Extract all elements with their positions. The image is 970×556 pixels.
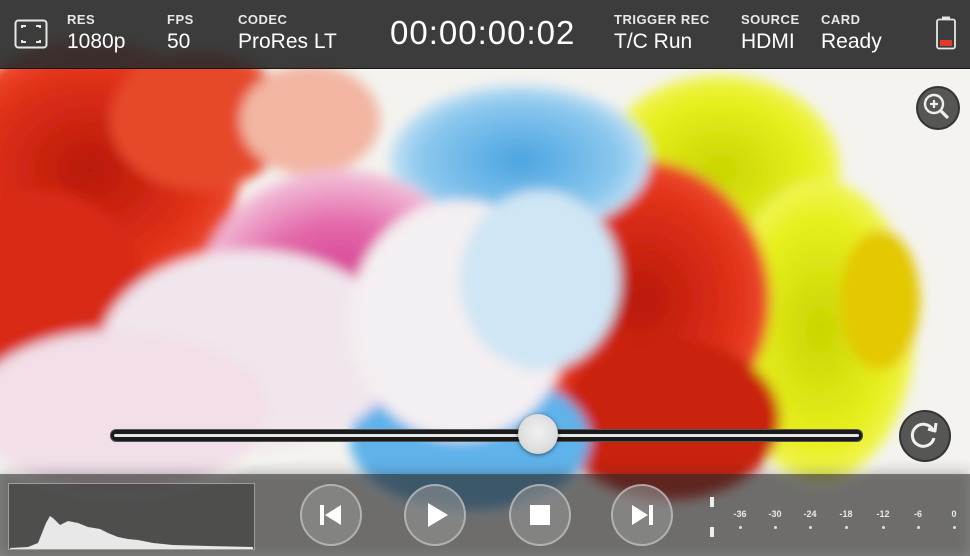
histogram — [8, 483, 255, 550]
card-label: CARD — [821, 12, 861, 27]
meter-tick-label: -36 — [733, 509, 747, 519]
fps-value: 50 — [167, 30, 191, 53]
meter-tick-label: 0 — [951, 509, 957, 519]
meter-dot — [809, 526, 812, 529]
trigger-rec-label: TRIGGER REC — [614, 12, 710, 27]
loop-icon — [910, 422, 938, 448]
source-value: HDMI — [741, 30, 795, 53]
stop-icon — [530, 505, 550, 525]
video-preview — [0, 0, 970, 556]
trigger-rec-value: T/C Run — [614, 30, 693, 53]
res-value: 1080p — [67, 30, 126, 53]
meter-dot — [739, 526, 742, 529]
meter-dot — [882, 526, 885, 529]
codec-status[interactable]: CODEC ProRes LT — [238, 12, 337, 55]
source-label: SOURCE — [741, 12, 800, 27]
meter-dot — [845, 526, 848, 529]
video-frame-image — [0, 0, 970, 556]
meter-dot — [953, 526, 956, 529]
playback-scrub-bar[interactable] — [110, 429, 863, 442]
skip-previous-icon — [320, 505, 341, 525]
play-icon — [428, 503, 448, 527]
skip-previous-button[interactable] — [300, 484, 362, 546]
audio-meter-channel-1 — [710, 497, 714, 507]
audio-meter-channel-2 — [710, 527, 714, 537]
zoom-in-icon — [923, 93, 949, 119]
res-label: RES — [67, 12, 96, 27]
codec-value: ProRes LT — [238, 30, 337, 53]
loop-button[interactable] — [899, 410, 951, 462]
status-bar: RES 1080p FPS 50 CODEC ProRes LT 00:00:0… — [0, 0, 970, 69]
battery-icon — [936, 16, 956, 50]
meter-tick-label: -12 — [876, 509, 890, 519]
meter-tick-label: -24 — [803, 509, 817, 519]
source-status[interactable]: SOURCE HDMI — [741, 12, 800, 55]
skip-next-button[interactable] — [611, 484, 673, 546]
frame-guides-icon[interactable] — [14, 19, 48, 49]
meter-dot — [917, 526, 920, 529]
zoom-button[interactable] — [916, 86, 960, 130]
meter-tick-label: -6 — [913, 509, 922, 519]
timecode-display[interactable]: 00:00:00:02 — [390, 14, 575, 52]
scrub-track-line — [114, 434, 859, 437]
scrub-handle[interactable] — [518, 414, 558, 454]
fps-label: FPS — [167, 12, 194, 27]
meter-tick-label: -18 — [839, 509, 853, 519]
meter-tick-label: -30 — [768, 509, 782, 519]
res-status[interactable]: RES 1080p — [67, 12, 125, 55]
skip-next-icon — [632, 505, 653, 525]
card-status[interactable]: CARD Ready — [821, 12, 882, 55]
meter-dot — [774, 526, 777, 529]
stop-button[interactable] — [509, 484, 571, 546]
play-button[interactable] — [404, 484, 466, 546]
fps-status[interactable]: FPS 50 — [167, 12, 194, 55]
card-value: Ready — [821, 30, 882, 53]
codec-label: CODEC — [238, 12, 288, 27]
trigger-rec-status[interactable]: TRIGGER REC T/C Run — [614, 12, 710, 55]
